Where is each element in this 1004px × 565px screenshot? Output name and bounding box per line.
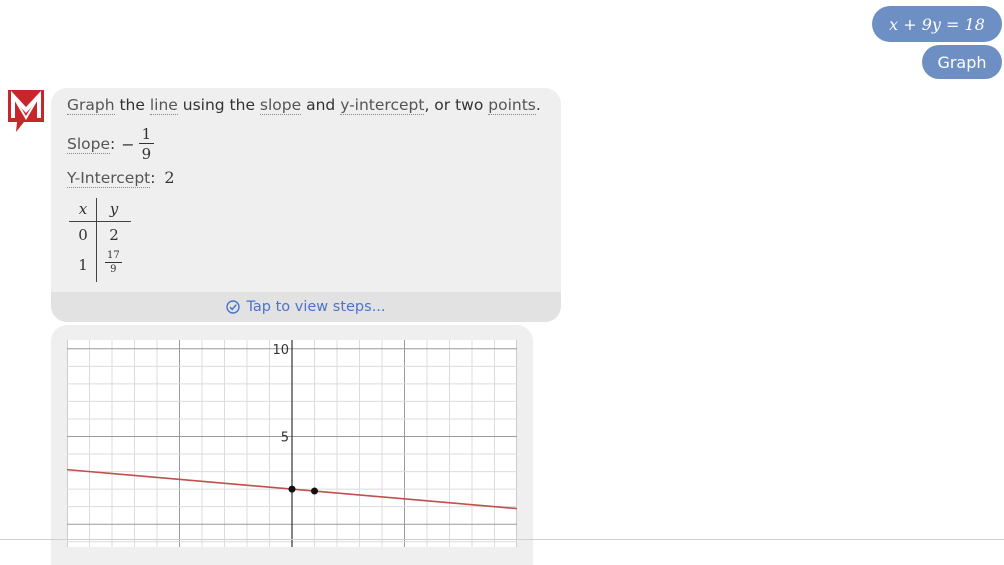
table-header-x: x [78, 200, 88, 218]
slope-numerator: 1 [138, 125, 155, 144]
term-graph[interactable]: Graph [67, 96, 115, 115]
user-graph-bubble[interactable]: Graph [922, 45, 1002, 79]
mathway-logo [6, 88, 46, 134]
graph-svg: 5 10 [67, 340, 517, 547]
y-intercept-label[interactable]: Y-Intercept [67, 169, 151, 188]
table-cell-x-1: 1 [78, 256, 88, 274]
term-line[interactable]: line [149, 96, 178, 115]
slope-label[interactable]: Slope [67, 135, 111, 154]
graph-plot[interactable]: 5 10 [67, 340, 517, 547]
slope-fraction: 1 9 [138, 125, 155, 164]
table-cell-y-1-denominator: 9 [110, 264, 117, 275]
y-tick-label: 5 [281, 430, 289, 445]
term-y-intercept[interactable]: y-intercept [340, 96, 425, 115]
plot-point [288, 485, 296, 493]
y-intercept-row: Y-Intercept: 2 [67, 168, 175, 188]
table-cell-y-1: 17 9 [105, 250, 122, 276]
view-steps-label: Tap to view steps... [246, 299, 386, 315]
bottom-divider [0, 539, 1004, 540]
check-circle-icon [226, 300, 241, 314]
view-steps-button[interactable]: Tap to view steps... [51, 292, 561, 322]
instruction-text: Graph the line using the slope and y-int… [67, 96, 541, 115]
user-equation-bubble[interactable]: x + 9y = 18 [872, 6, 1002, 42]
slope-row: Slope: − 1 9 [67, 122, 155, 166]
table-cell-y-1-numerator: 17 [105, 250, 122, 263]
slope-sign: − [121, 134, 135, 154]
table-header-y: y [109, 200, 119, 218]
slope-denominator: 9 [141, 144, 152, 163]
user-equation-text: x + 9y = 18 [889, 14, 985, 34]
term-points[interactable]: points [488, 96, 536, 115]
answer-card: Graph the line using the slope and y-int… [51, 88, 561, 322]
y-intercept-value: 2 [164, 168, 175, 187]
table-cell-y-0: 2 [109, 226, 119, 244]
table-divider-horizontal [69, 221, 131, 222]
plot-point [311, 487, 318, 495]
term-slope[interactable]: slope [259, 96, 302, 115]
user-graph-text: Graph [937, 52, 987, 72]
table-cell-x-0: 0 [78, 226, 88, 244]
y-tick-label: 10 [272, 343, 289, 358]
